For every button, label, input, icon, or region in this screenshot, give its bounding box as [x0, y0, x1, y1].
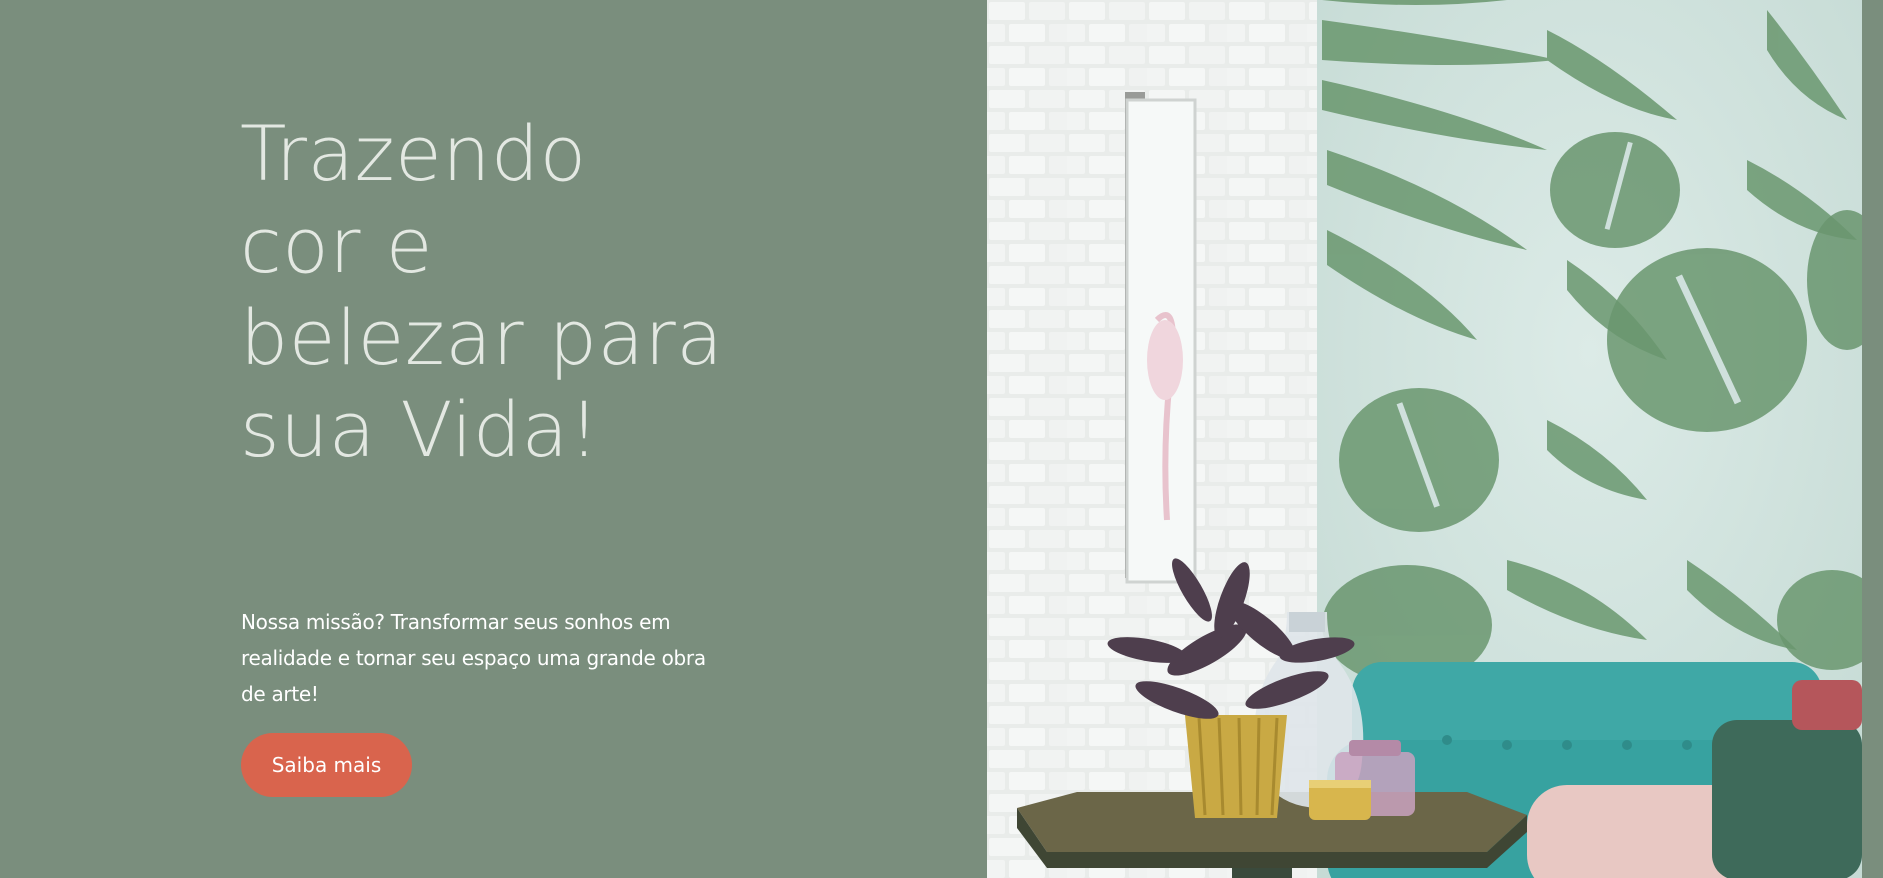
right-edge-strip: [1862, 0, 1883, 878]
headline-line-1: Trazendo: [240, 109, 587, 198]
hero-text-panel: Trazendo cor e belezar para sua Vida! No…: [0, 0, 987, 878]
saiba-mais-button[interactable]: Saiba mais: [241, 733, 412, 797]
interior-photo-icon: [987, 0, 1862, 878]
interior-photo: [987, 0, 1862, 878]
hero-section: Trazendo cor e belezar para sua Vida! No…: [0, 0, 1883, 878]
flamingo-frame: [1125, 92, 1197, 584]
headline-line-3: belezar para: [240, 293, 724, 382]
hero-headline: Trazendo cor e belezar para sua Vida!: [240, 108, 760, 476]
mission-text: Nossa missão? Transformar seus sonhos em…: [241, 610, 706, 706]
headline-line-4: sua Vida!: [240, 385, 600, 474]
headline-line-2: cor e: [240, 201, 433, 290]
